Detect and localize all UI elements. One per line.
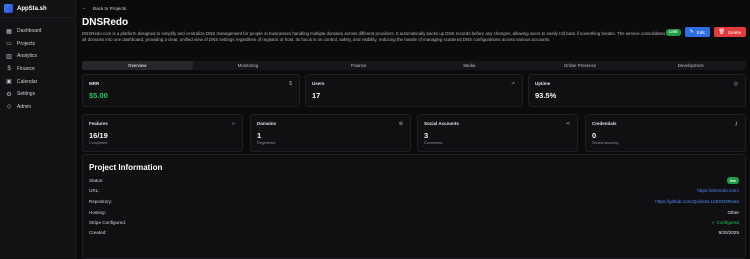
info-row-url: URL: https://dnsredo.com/ bbox=[89, 186, 739, 195]
dollar-icon: $ bbox=[7, 66, 11, 73]
sidebar-item-calendar[interactable]: ▣ Calendar bbox=[0, 75, 75, 88]
sidebar-item-settings[interactable]: ⚙ Settings bbox=[0, 88, 75, 101]
users-label: Users bbox=[312, 81, 325, 86]
stripe-configured-value: ✓ Configured bbox=[711, 219, 739, 225]
share-icon: ⋖ bbox=[565, 121, 570, 127]
info-label: Status: bbox=[89, 178, 104, 183]
mrr-label: MRR bbox=[89, 81, 100, 86]
credentials-sub: Stored securely bbox=[592, 141, 619, 145]
delete-button[interactable]: 🗑 Delete bbox=[713, 27, 746, 37]
tab-media[interactable]: Media bbox=[414, 61, 525, 70]
info-label: Repository: bbox=[89, 199, 113, 204]
info-label: Hosting: bbox=[89, 210, 106, 215]
sidebar-item-label: Analytics bbox=[17, 53, 38, 60]
tab-overview[interactable]: Overview bbox=[82, 61, 193, 70]
sidebar-item-admin[interactable]: ◇ Admin bbox=[0, 101, 75, 114]
tab-bar: Overview Monitoring Finance Media Online… bbox=[82, 61, 746, 70]
status-badge: LIVE bbox=[666, 28, 681, 36]
info-label: URL: bbox=[89, 188, 100, 193]
folder-icon: ▭ bbox=[6, 41, 12, 48]
sidebar-item-projects[interactable]: ▭ Projects bbox=[0, 38, 75, 51]
project-info-card: Project Information Status: live URL: ht… bbox=[82, 154, 746, 259]
credentials-card: Credentials ⚷ 0 Stored securely bbox=[585, 114, 746, 152]
back-to-projects-link[interactable]: ← Back to Projects bbox=[82, 5, 126, 11]
domains-card: Domains ⊕ 1 Registered bbox=[250, 114, 411, 152]
mrr-value: $5.00 bbox=[89, 91, 108, 100]
features-label: Features bbox=[89, 121, 108, 126]
domains-label: Domains bbox=[257, 121, 277, 126]
activity-icon: ◎ bbox=[733, 81, 738, 87]
info-row-status: Status: live bbox=[89, 176, 739, 185]
social-label: Social Accounts bbox=[424, 121, 459, 126]
domains-sub: Registered bbox=[257, 141, 276, 145]
social-sub: Connected bbox=[424, 141, 443, 145]
users-card: Users ↗ 17 bbox=[305, 74, 523, 107]
uptime-card: Uptime ◎ 93.5% bbox=[528, 74, 746, 107]
globe-icon: ⊕ bbox=[398, 121, 403, 127]
status-badge: live bbox=[727, 177, 739, 184]
sidebar-nav: ▦ Dashboard ▭ Projects ▥ Analytics $ Fin… bbox=[0, 18, 75, 113]
main-content: ← Back to Projects DNSRedo DNSRedo.com i… bbox=[82, 0, 750, 259]
calendar-icon: ▣ bbox=[6, 79, 12, 86]
sidebar-item-finance[interactable]: $ Finance bbox=[0, 63, 75, 76]
sidebar-item-dashboard[interactable]: ▦ Dashboard bbox=[0, 25, 75, 38]
grid-icon: ▦ bbox=[6, 28, 12, 35]
delete-label: Delete bbox=[727, 29, 741, 35]
mrr-card: MRR $ $5.00 bbox=[82, 74, 300, 107]
code-icon: ‹› bbox=[231, 121, 235, 127]
sidebar-item-label: Admin bbox=[17, 103, 32, 110]
back-label: Back to Projects bbox=[93, 5, 127, 11]
uptime-label: Uptime bbox=[535, 81, 551, 86]
hosting-value: Other bbox=[727, 210, 740, 215]
domains-value: 1 bbox=[257, 131, 262, 140]
project-description: DNSRedo.com is a platform designed to si… bbox=[82, 31, 666, 43]
trash-icon: 🗑 bbox=[718, 29, 725, 35]
sidebar-item-label: Dashboard bbox=[17, 28, 42, 35]
sidebar-item-label: Finance bbox=[17, 66, 35, 73]
info-row-hosting: Hosting: Other bbox=[89, 208, 739, 217]
created-date-value: 9/30/2025 bbox=[718, 230, 739, 235]
shield-icon: ◇ bbox=[6, 104, 12, 111]
arrow-left-icon: ← bbox=[82, 5, 87, 11]
tab-monitoring[interactable]: Monitoring bbox=[193, 61, 304, 70]
users-value: 17 bbox=[312, 91, 321, 100]
app-logo bbox=[4, 4, 13, 13]
info-label: Created: bbox=[89, 230, 107, 235]
credentials-value: 0 bbox=[592, 131, 597, 140]
uptime-value: 93.5% bbox=[535, 91, 557, 100]
features-value: 16/19 bbox=[89, 131, 108, 140]
tab-online-presence[interactable]: Online Presence bbox=[525, 61, 636, 70]
edit-button[interactable]: ✎ Edit bbox=[684, 27, 710, 37]
page-title: DNSRedo bbox=[82, 17, 129, 28]
tab-development[interactable]: Development bbox=[635, 61, 746, 70]
features-sub: Completed bbox=[89, 141, 108, 145]
sidebar-item-label: Calendar bbox=[17, 78, 38, 85]
credentials-label: Credentials bbox=[592, 121, 617, 126]
features-card: Features ‹› 16/19 Completed bbox=[82, 114, 243, 152]
sidebar-item-analytics[interactable]: ▥ Analytics bbox=[0, 50, 75, 63]
tab-finance[interactable]: Finance bbox=[303, 61, 414, 70]
sidebar: AppSta.sh ▦ Dashboard ▭ Projects ▥ Analy… bbox=[0, 0, 76, 259]
info-row-created: Created: 9/30/2025 bbox=[89, 228, 739, 237]
dollar-icon: $ bbox=[289, 81, 292, 87]
sidebar-item-label: Projects bbox=[17, 40, 36, 47]
info-row-stripe: Stripe Configured: ✓ Configured bbox=[89, 218, 739, 227]
pencil-icon: ✎ bbox=[689, 29, 694, 35]
social-accounts-card: Social Accounts ⋖ 3 Connected bbox=[417, 114, 578, 152]
info-row-repository: Repository: https://github.com/QuickieLL… bbox=[89, 197, 739, 206]
header-actions: LIVE ✎ Edit 🗑 Delete bbox=[666, 27, 746, 37]
project-url-link[interactable]: https://dnsredo.com/ bbox=[697, 188, 739, 193]
trend-up-icon: ↗ bbox=[510, 81, 515, 87]
edit-label: Edit bbox=[696, 29, 705, 35]
info-label: Stripe Configured: bbox=[89, 220, 127, 225]
brand[interactable]: AppSta.sh bbox=[0, 0, 75, 18]
repository-link[interactable]: https://github.com/QuickieLLM/DNSRedo bbox=[655, 199, 739, 204]
key-icon: ⚷ bbox=[734, 121, 738, 127]
bar-chart-icon: ▥ bbox=[6, 53, 12, 60]
social-value: 3 bbox=[424, 131, 429, 140]
gear-icon: ⚙ bbox=[6, 91, 12, 98]
app-name: AppSta.sh bbox=[17, 5, 47, 12]
sidebar-item-label: Settings bbox=[17, 91, 36, 98]
project-info-title: Project Information bbox=[89, 163, 163, 172]
